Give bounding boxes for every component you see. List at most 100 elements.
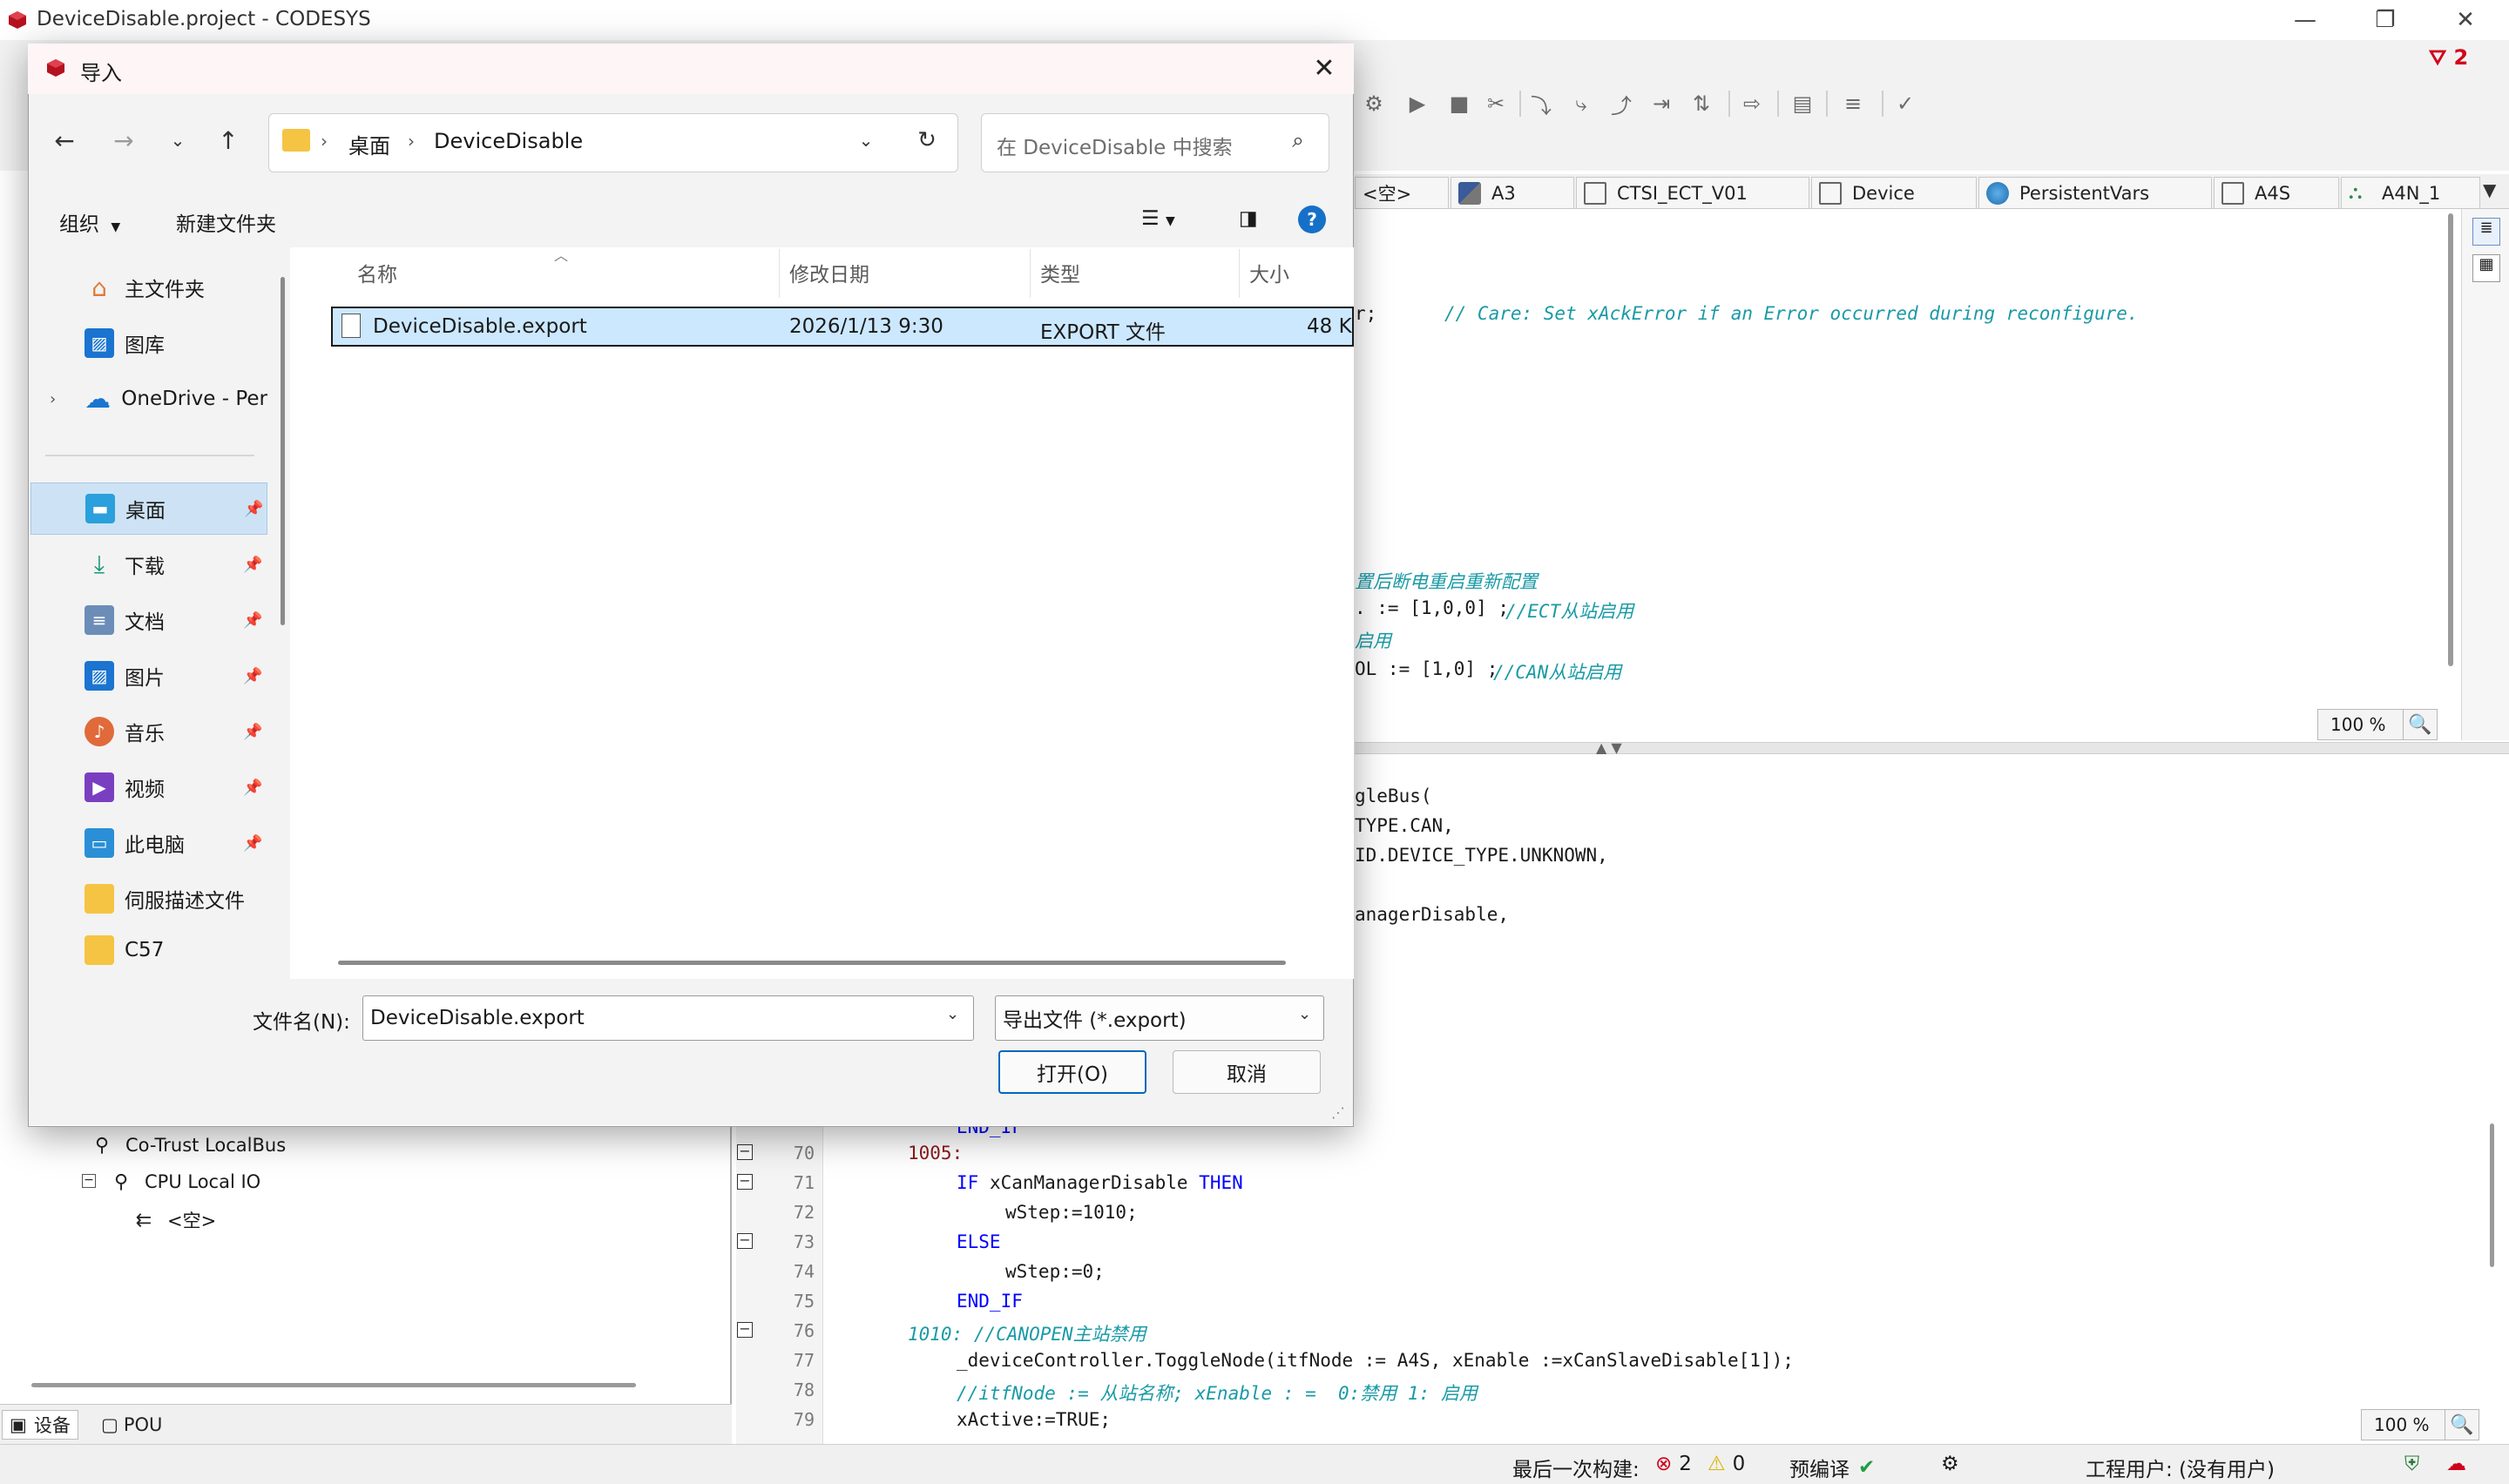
- editor-splitter[interactable]: [1355, 742, 2509, 754]
- open-button[interactable]: 打开(O): [998, 1050, 1146, 1094]
- new-folder-button[interactable]: 新建文件夹: [176, 207, 276, 237]
- step-out-icon[interactable]: ⤴: [1608, 91, 1634, 118]
- force-values-icon[interactable]: ✓: [1892, 91, 1918, 117]
- editor-bottom-scrollbar[interactable]: [2490, 1123, 2494, 1267]
- nav-item-videos[interactable]: ▶ 视频 📌: [30, 761, 267, 813]
- column-divider[interactable]: [1030, 249, 1031, 298]
- build-errors[interactable]: ⊗ 2: [1655, 1453, 1692, 1475]
- recent-locations-icon[interactable]: ⌄: [162, 125, 193, 156]
- code-line: 1005:: [908, 1143, 964, 1164]
- nav-item-desktop[interactable]: ▬ 桌面 📌: [30, 482, 267, 535]
- fold-toggle-icon[interactable]: −: [737, 1144, 753, 1160]
- column-divider[interactable]: [1239, 249, 1240, 298]
- tab-devices[interactable]: ▣ 设备: [2, 1410, 78, 1440]
- column-header-size[interactable]: 大小: [1249, 258, 1289, 287]
- set-next-statement-icon[interactable]: ⇅: [1688, 91, 1714, 117]
- nav-item-c57[interactable]: C57: [30, 928, 267, 972]
- tab-a4s[interactable]: A4S: [2214, 177, 2339, 208]
- nav-item-servo-files[interactable]: 伺服描述文件: [30, 873, 267, 925]
- filename-input[interactable]: DeviceDisable.export: [362, 995, 974, 1041]
- tree-item-localbus[interactable]: ⚲ Co-Trust LocalBus: [91, 1134, 286, 1157]
- connection-icon[interactable]: ☁: [2446, 1453, 2466, 1475]
- line-number: 74: [793, 1261, 815, 1282]
- file-list-scrollbar[interactable]: [338, 961, 1286, 965]
- show-current-icon[interactable]: ⇨: [1739, 91, 1765, 117]
- device-tree-scrollbar[interactable]: [31, 1383, 636, 1387]
- help-icon[interactable]: ?: [1298, 206, 1326, 233]
- maximize-button[interactable]: ❐: [2345, 0, 2425, 40]
- nav-item-music[interactable]: ♪ 音乐 📌: [30, 705, 267, 758]
- fold-toggle-icon[interactable]: −: [737, 1174, 753, 1190]
- resize-grip-icon[interactable]: ⋰: [1331, 1104, 1345, 1121]
- tab-pou[interactable]: ▢ POU: [94, 1410, 169, 1440]
- zoom-icon[interactable]: 🔍: [2445, 1409, 2479, 1440]
- chevron-down-icon[interactable]: ⌄: [1298, 1005, 1311, 1023]
- stop-icon[interactable]: ■: [1446, 91, 1472, 117]
- nav-item-this-pc[interactable]: ▭ 此电脑 📌: [30, 817, 267, 869]
- tab-a4n-1[interactable]: ⛬ A4N_1: [2341, 177, 2480, 208]
- monitor-icon[interactable]: ▤: [1789, 91, 1816, 117]
- chevron-down-icon[interactable]: ⌄: [946, 1005, 959, 1023]
- forward-arrow-icon[interactable]: →: [108, 125, 139, 156]
- code-line: . := [1,0,0] ;: [1355, 597, 1510, 618]
- address-dropdown-icon[interactable]: ⌄: [850, 125, 882, 156]
- fold-toggle-icon[interactable]: −: [737, 1233, 753, 1249]
- column-header-modified[interactable]: 修改日期: [789, 258, 869, 287]
- breadcrumb-devicedisable[interactable]: DeviceDisable: [434, 129, 583, 153]
- dialog-close-button[interactable]: ✕: [1307, 51, 1342, 85]
- project-settings-icon[interactable]: ⚙: [1941, 1453, 1959, 1475]
- organize-button[interactable]: 组织 ▼: [59, 207, 120, 237]
- write-values-icon[interactable]: ≡: [1840, 91, 1866, 117]
- tree-item-empty-slot[interactable]: ⇇ <空>: [132, 1207, 216, 1233]
- tab-label: <空>: [1363, 183, 1412, 205]
- editor-top-scrollbar[interactable]: [2448, 213, 2453, 666]
- step-over-icon[interactable]: ⤵: [1528, 91, 1554, 118]
- refresh-icon[interactable]: ↻: [911, 125, 943, 156]
- pin-icon: 📌: [244, 499, 264, 518]
- cancel-button[interactable]: 取消: [1173, 1050, 1321, 1094]
- nav-item-documents[interactable]: ≡ 文档 📌: [30, 594, 267, 646]
- nav-item-home[interactable]: ⌂ 主文件夹: [30, 261, 267, 314]
- tree-item-label: <空>: [167, 1211, 217, 1231]
- error-flag[interactable]: ⛛ 2: [2429, 45, 2468, 70]
- nav-item-gallery[interactable]: ▨ 图库: [30, 317, 267, 369]
- breadcrumb-desktop[interactable]: 桌面: [348, 129, 390, 159]
- run-icon[interactable]: ▶: [1404, 91, 1430, 117]
- tab-device[interactable]: Device: [1811, 177, 1977, 208]
- minimize-button[interactable]: —: [2265, 0, 2345, 40]
- filetype-select[interactable]: 导出文件 (*.export): [995, 995, 1324, 1041]
- shield-icon[interactable]: ⛨: [2404, 1453, 2419, 1475]
- column-header-name[interactable]: 名称: [357, 258, 397, 287]
- zoom-icon[interactable]: 🔍: [2403, 709, 2438, 740]
- tools-icon[interactable]: ✂: [1483, 91, 1509, 117]
- fold-toggle-icon[interactable]: −: [737, 1322, 753, 1338]
- right-side-panel: ≣ ▦: [2461, 209, 2509, 740]
- preview-pane-icon[interactable]: ◨: [1239, 207, 1258, 230]
- tab-a3[interactable]: A3: [1451, 177, 1574, 208]
- view-options-icon[interactable]: ☰ ▼: [1141, 207, 1175, 230]
- tab-ctsi-ect[interactable]: CTSI_ECT_V01: [1576, 177, 1809, 208]
- gear-icon[interactable]: ⚙: [1361, 91, 1387, 117]
- close-button[interactable]: ✕: [2425, 0, 2506, 40]
- up-arrow-icon[interactable]: ↑: [213, 125, 244, 156]
- collapse-icon[interactable]: −: [82, 1174, 96, 1188]
- tabs-dropdown-icon[interactable]: ▼: [2483, 179, 2496, 200]
- nav-item-downloads[interactable]: ⤓ 下载 📌: [30, 538, 267, 590]
- column-divider[interactable]: [779, 249, 780, 298]
- back-arrow-icon[interactable]: ←: [49, 125, 80, 156]
- tree-item-cpu-local-io[interactable]: ⚲ CPU Local IO: [110, 1170, 260, 1193]
- table-view-icon[interactable]: ▦: [2472, 254, 2500, 282]
- run-to-cursor-icon[interactable]: ⇥: [1648, 91, 1674, 117]
- search-icon[interactable]: ⌕: [1282, 125, 1314, 156]
- nav-item-pictures[interactable]: ▨ 图片 📌: [30, 650, 267, 702]
- precompile-status[interactable]: 预编译 ✔: [1789, 1453, 1875, 1482]
- navigation-pane-scrollbar[interactable]: [281, 277, 285, 625]
- nav-item-onedrive[interactable]: › ☁ OneDrive - Per: [30, 373, 267, 425]
- breadcrumb-separator: ›: [321, 131, 328, 152]
- step-into-icon[interactable]: ⤷: [1568, 91, 1594, 117]
- tab-persistentvars[interactable]: PersistentVars: [1978, 177, 2212, 208]
- tab-empty[interactable]: <空>: [1355, 177, 1449, 208]
- column-header-type[interactable]: 类型: [1040, 258, 1080, 287]
- build-warnings[interactable]: ⚠ 0: [1708, 1453, 1745, 1475]
- declaration-view-icon[interactable]: ≣: [2472, 218, 2500, 246]
